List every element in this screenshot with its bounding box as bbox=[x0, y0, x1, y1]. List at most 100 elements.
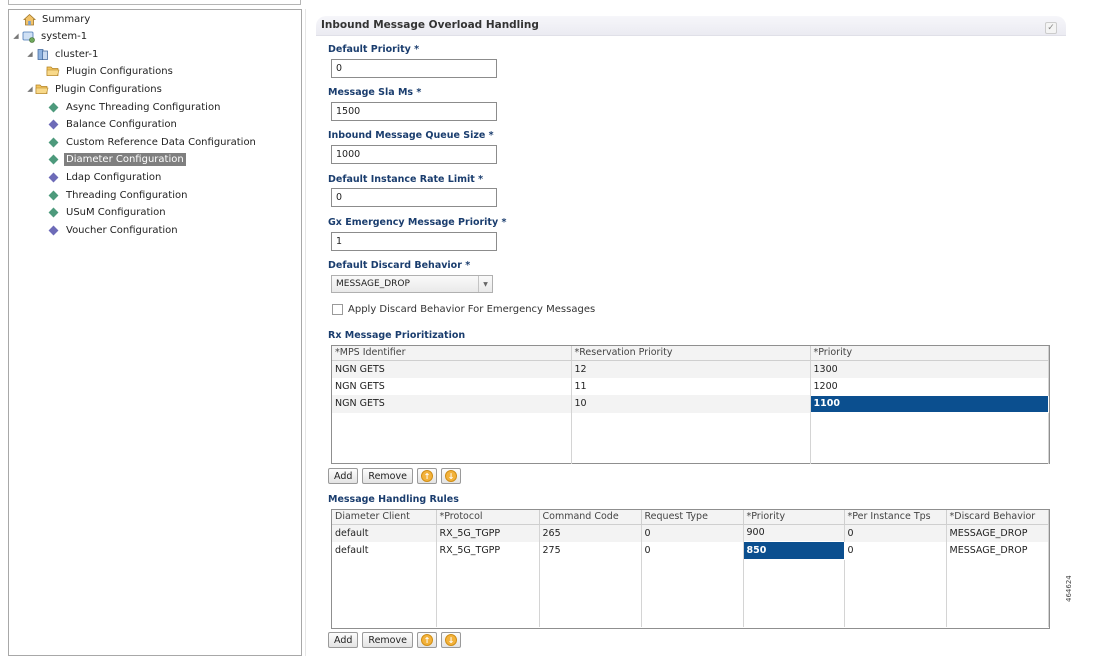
arrow-up-icon: ↑ bbox=[420, 634, 433, 646]
table-cell[interactable]: NGN GETS bbox=[332, 395, 572, 413]
tree-search-strip[interactable] bbox=[8, 0, 301, 5]
table-cell[interactable]: MESSAGE_DROP bbox=[946, 524, 1049, 542]
rx-table-title: Rx Message Prioritization bbox=[328, 330, 466, 341]
table-row[interactable]: NGN GETS 11 1200 bbox=[332, 377, 1049, 395]
table-cell[interactable]: 11 bbox=[571, 377, 811, 395]
table-cell[interactable]: 10 bbox=[571, 395, 811, 413]
column-header[interactable]: *Protocol bbox=[436, 510, 540, 525]
table-row[interactable]: default RX_5G_TGPP 265 0 900 0 MESSAGE_D… bbox=[332, 524, 1049, 542]
figure-id: 464624 bbox=[1065, 575, 1073, 602]
table-cell-selected[interactable]: 850 bbox=[742, 541, 845, 560]
discard-behavior-label: Default Discard Behavior * bbox=[328, 260, 471, 271]
tree-item-cluster[interactable]: ◢ cluster-1 bbox=[25, 46, 100, 62]
section-title: Inbound Message Overload Handling bbox=[321, 19, 539, 31]
table-cell[interactable]: NGN GETS bbox=[332, 360, 572, 378]
default-priority-input[interactable] bbox=[331, 59, 497, 78]
table-cell[interactable]: 0 bbox=[844, 524, 947, 542]
tree-item-ldap[interactable]: Ldap Configuration bbox=[46, 169, 163, 185]
table-cell[interactable]: 0 bbox=[844, 541, 947, 559]
tree-item-usum[interactable]: USuM Configuration bbox=[46, 204, 168, 220]
expand-arrow-icon[interactable]: ◢ bbox=[25, 85, 35, 93]
rules-remove-button[interactable]: Remove bbox=[362, 632, 413, 648]
table-cell[interactable]: 900 bbox=[743, 524, 845, 542]
green-diamond-icon bbox=[46, 205, 60, 219]
table-cell[interactable]: 0 bbox=[641, 524, 744, 542]
rules-add-button[interactable]: Add bbox=[328, 632, 359, 648]
table-cell-selected[interactable]: 1100 bbox=[809, 394, 1049, 413]
gx-priority-label: Gx Emergency Message Priority * bbox=[328, 217, 507, 228]
table-cell[interactable]: 1300 bbox=[810, 360, 1049, 378]
table-row[interactable]: default RX_5G_TGPP 275 0 850 0 MESSAGE_D… bbox=[332, 541, 1049, 560]
column-header[interactable]: Command Code bbox=[539, 510, 642, 525]
tree-item-balance[interactable]: Balance Configuration bbox=[46, 116, 179, 132]
chevron-down-icon[interactable]: ▼ bbox=[478, 276, 492, 292]
green-diamond-icon bbox=[46, 135, 60, 149]
rx-remove-button[interactable]: Remove bbox=[362, 468, 413, 484]
table-cell[interactable]: 0 bbox=[641, 541, 744, 559]
tree-item-diameter[interactable]: Diameter Configuration bbox=[46, 151, 186, 167]
column-header[interactable]: *Priority bbox=[810, 346, 1049, 361]
rx-add-button[interactable]: Add bbox=[328, 468, 359, 484]
rx-move-up-button[interactable]: ↑ bbox=[416, 468, 437, 484]
rules-table[interactable]: Diameter Client *Protocol Command Code R… bbox=[331, 509, 1050, 629]
table-cell[interactable]: 1200 bbox=[810, 377, 1049, 395]
green-diamond-icon bbox=[46, 100, 60, 114]
rate-limit-input[interactable] bbox=[331, 188, 497, 207]
tree-item-system[interactable]: ◢ system-1 bbox=[11, 28, 89, 44]
collapse-icon[interactable]: ✓ bbox=[1045, 22, 1057, 34]
table-empty-row bbox=[332, 559, 1049, 627]
tree-item-threading[interactable]: Threading Configuration bbox=[46, 187, 189, 203]
table-cell[interactable]: RX_5G_TGPP bbox=[436, 524, 540, 542]
table-cell[interactable]: 265 bbox=[539, 524, 642, 542]
tree-item-label: Custom Reference Data Configuration bbox=[66, 136, 256, 148]
table-cell[interactable]: 275 bbox=[539, 541, 642, 559]
table-row[interactable]: NGN GETS 10 1100 bbox=[332, 394, 1049, 413]
column-header[interactable]: Request Type bbox=[641, 510, 744, 525]
folder-icon bbox=[35, 82, 49, 96]
table-cell[interactable]: MESSAGE_DROP bbox=[946, 541, 1049, 559]
tree-item-async-threading[interactable]: Async Threading Configuration bbox=[46, 99, 222, 115]
tree-item-plugin-configurations-system[interactable]: ◢ Plugin Configurations bbox=[25, 81, 164, 97]
rules-move-down-button[interactable]: ↓ bbox=[440, 632, 461, 648]
tree-item-plugin-configurations-cluster[interactable]: Plugin Configurations bbox=[46, 63, 175, 79]
purple-diamond-icon bbox=[46, 170, 60, 184]
green-diamond-icon bbox=[46, 188, 60, 202]
arrow-down-icon: ↓ bbox=[444, 470, 457, 482]
tree-item-label: Async Threading Configuration bbox=[66, 101, 221, 113]
queue-size-input[interactable] bbox=[331, 145, 497, 164]
tree-item-summary[interactable]: Summary bbox=[22, 11, 92, 27]
rules-move-up-button[interactable]: ↑ bbox=[416, 632, 437, 648]
expand-arrow-icon[interactable]: ◢ bbox=[25, 50, 35, 58]
tree-item-custom-reference-data[interactable]: Custom Reference Data Configuration bbox=[46, 134, 258, 150]
default-priority-label: Default Priority * bbox=[328, 44, 420, 55]
column-header[interactable]: *MPS Identifier bbox=[332, 346, 572, 361]
tree-item-voucher[interactable]: Voucher Configuration bbox=[46, 222, 180, 238]
rx-move-down-button[interactable]: ↓ bbox=[440, 468, 461, 484]
rx-table[interactable]: *MPS Identifier *Reservation Priority *P… bbox=[331, 345, 1050, 464]
cluster-icon bbox=[35, 47, 49, 61]
table-cell[interactable]: 12 bbox=[571, 360, 811, 378]
table-cell[interactable]: default bbox=[332, 541, 437, 559]
rules-table-actions: Add Remove ↑ ↓ bbox=[328, 632, 461, 648]
column-header[interactable]: *Reservation Priority bbox=[571, 346, 811, 361]
message-sla-input[interactable] bbox=[331, 102, 497, 121]
expand-arrow-icon[interactable]: ◢ bbox=[11, 32, 21, 40]
column-header[interactable]: *Per Instance Tps bbox=[844, 510, 947, 525]
table-row[interactable]: NGN GETS 12 1300 bbox=[332, 360, 1049, 378]
table-cell[interactable]: RX_5G_TGPP bbox=[436, 541, 540, 559]
discard-behavior-select[interactable]: MESSAGE_DROP ▼ bbox=[331, 275, 493, 293]
column-header[interactable]: *Discard Behavior bbox=[946, 510, 1049, 525]
apply-discard-emergency-row[interactable]: Apply Discard Behavior For Emergency Mes… bbox=[332, 304, 595, 315]
apply-discard-emergency-checkbox[interactable] bbox=[332, 304, 343, 315]
tree-item-label: Plugin Configurations bbox=[66, 65, 173, 77]
column-header[interactable]: *Priority bbox=[743, 510, 845, 525]
table-cell[interactable]: NGN GETS bbox=[332, 377, 572, 395]
arrow-down-icon: ↓ bbox=[444, 634, 457, 646]
apply-discard-emergency-label: Apply Discard Behavior For Emergency Mes… bbox=[348, 304, 596, 315]
tree-item-label: Threading Configuration bbox=[66, 189, 188, 201]
tree-item-label: cluster-1 bbox=[55, 48, 99, 60]
gx-priority-input[interactable] bbox=[331, 232, 497, 251]
column-header[interactable]: Diameter Client bbox=[332, 510, 437, 525]
tree-item-label: USuM Configuration bbox=[66, 206, 166, 218]
table-cell[interactable]: default bbox=[332, 524, 437, 542]
